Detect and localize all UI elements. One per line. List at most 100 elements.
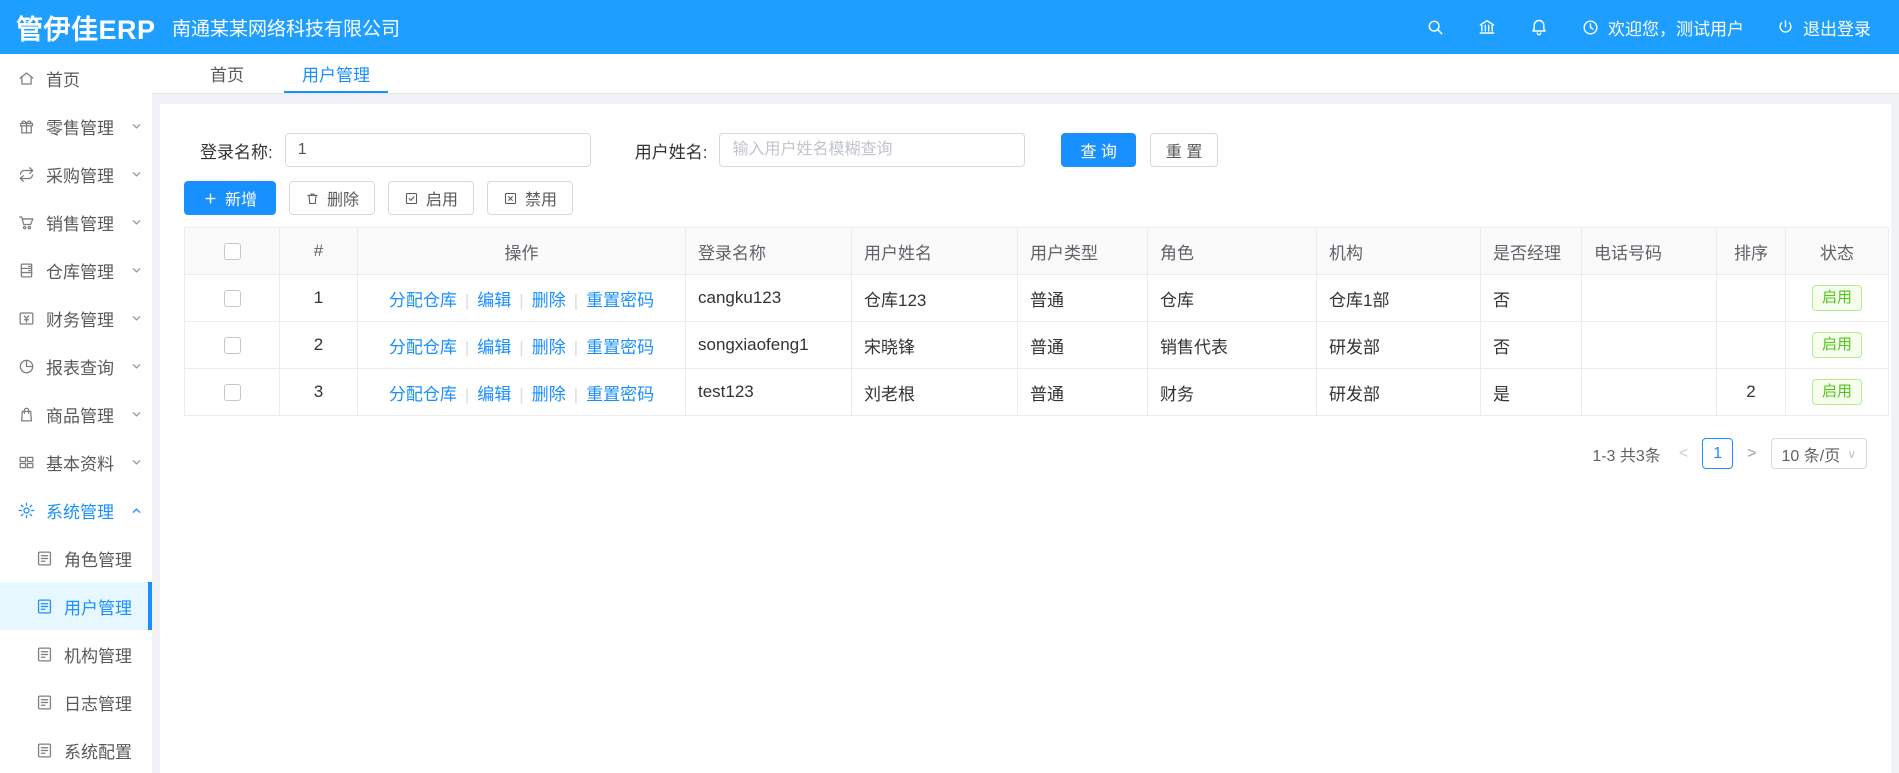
cell-type: 普通 — [1017, 368, 1148, 416]
row-index: 1 — [279, 274, 358, 322]
welcome-user[interactable]: 欢迎您，测试用户 — [1581, 15, 1744, 40]
list-icon — [35, 645, 54, 664]
cart-icon — [17, 213, 36, 232]
cell-manager: 否 — [1480, 274, 1582, 322]
column-header: 电话号码 — [1581, 227, 1717, 275]
sidebar-item-roles[interactable]: 角色管理 — [0, 534, 152, 582]
list-icon — [35, 741, 54, 760]
row-actions: 分配仓库 | 编辑 | 删除 | 重置密码 — [357, 321, 686, 369]
tab-user-management[interactable]: 用户管理 — [284, 54, 388, 93]
row-checkbox[interactable] — [223, 337, 241, 355]
logout-button[interactable]: 退出登录 — [1776, 15, 1871, 40]
column-header: # — [279, 227, 358, 275]
sidebar-item-home[interactable]: 首页 — [0, 54, 152, 102]
user-name-input[interactable] — [719, 133, 1026, 167]
reset-password-link[interactable]: 重置密码 — [586, 291, 654, 310]
table-toolbar: 新增 删除 启用 禁用 — [184, 181, 1867, 215]
cell-type: 普通 — [1017, 321, 1148, 369]
sidebar-item-basedata[interactable]: 基本资料 — [0, 438, 152, 486]
delete-link[interactable]: 删除 — [532, 338, 566, 357]
cell-type: 普通 — [1017, 274, 1148, 322]
select-all-checkbox[interactable] — [223, 243, 241, 261]
query-button[interactable]: 查 询 — [1061, 133, 1136, 167]
add-button[interactable]: 新增 — [184, 181, 277, 215]
login-name-label: 登录名称: — [200, 142, 273, 162]
chevron-down-icon — [131, 265, 142, 276]
trash-icon — [305, 191, 320, 206]
reset-button[interactable]: 重 置 — [1149, 133, 1219, 167]
row-checkbox[interactable] — [223, 290, 241, 308]
prev-page-button[interactable]: < — [1676, 445, 1691, 463]
row-actions: 分配仓库 | 编辑 | 删除 | 重置密码 — [357, 368, 686, 416]
sidebar-item-users[interactable]: 用户管理 — [0, 582, 152, 630]
sidebar-item-warehouse[interactable]: 仓库管理 — [0, 246, 152, 294]
enable-button[interactable]: 启用 — [388, 181, 475, 215]
assign-warehouse-link[interactable]: 分配仓库 — [389, 291, 457, 310]
row-actions: 分配仓库 | 编辑 | 删除 | 重置密码 — [357, 274, 686, 322]
login-name-input[interactable] — [284, 133, 591, 167]
page-size-select[interactable]: 10 条/页 ∨ — [1770, 438, 1867, 469]
chevron-down-icon: ∨ — [1847, 446, 1856, 461]
sidebar-item-config[interactable]: 系统配置 — [0, 726, 152, 773]
table-header-row: # 操作 登录名称 用户姓名 用户类型 角色 机构 是否经理 电话号码 排序 状态 — [184, 227, 1889, 275]
tab-bar: 首页 用户管理 — [152, 54, 1899, 94]
next-page-button[interactable]: > — [1744, 445, 1759, 463]
search-icon[interactable] — [1425, 17, 1445, 37]
sidebar-item-purchase[interactable]: 采购管理 — [0, 150, 152, 198]
edit-link[interactable]: 编辑 — [477, 338, 511, 357]
column-header: 状态 — [1785, 227, 1889, 275]
sidebar-item-system[interactable]: 系统管理 — [0, 486, 152, 534]
assign-warehouse-link[interactable]: 分配仓库 — [389, 385, 457, 404]
gear-icon — [17, 501, 36, 520]
sidebar-item-goods[interactable]: 商品管理 — [0, 390, 152, 438]
delete-link[interactable]: 删除 — [532, 385, 566, 404]
logout-icon — [1776, 18, 1795, 37]
cell-login: songxiaofeng1 — [685, 321, 852, 369]
column-header: 排序 — [1716, 227, 1786, 275]
reset-password-link[interactable]: 重置密码 — [586, 385, 654, 404]
disable-button[interactable]: 禁用 — [487, 181, 574, 215]
sidebar-item-retail[interactable]: 零售管理 — [0, 102, 152, 150]
sidebar-item-sales[interactable]: 销售管理 — [0, 198, 152, 246]
table-row: 3 分配仓库 | 编辑 | 删除 | 重置密码 test123 刘老根 普通 财务 研发部是 2 启用 — [184, 368, 1889, 416]
sidebar-item-logs[interactable]: 日志管理 — [0, 678, 152, 726]
cell-manager: 否 — [1480, 321, 1582, 369]
chevron-down-icon — [131, 361, 142, 372]
status-badge: 启用 — [1811, 331, 1862, 359]
bank-icon[interactable] — [1477, 17, 1497, 37]
search-form: 登录名称: 用户姓名: 查 询 重 置 — [200, 133, 1867, 167]
chevron-down-icon — [131, 409, 142, 420]
pagination-total: 1-3 共3条 — [1592, 447, 1661, 465]
table-row: 2 分配仓库 | 编辑 | 删除 | 重置密码 songxiaofeng1 宋晓锋 普通 销售代表 研发… — [184, 321, 1889, 369]
table-row: 1 分配仓库 | 编辑 | 删除 | 重置密码 cangku123 仓库123 普通 仓库 仓库1部否 启… — [184, 274, 1889, 322]
current-page-button[interactable]: 1 — [1702, 438, 1734, 469]
column-header: 操作 — [357, 227, 686, 275]
chevron-down-icon — [131, 217, 142, 228]
clock-icon — [1581, 18, 1600, 37]
row-checkbox[interactable] — [223, 384, 241, 402]
bell-icon[interactable] — [1529, 17, 1549, 37]
cell-org: 研发部 — [1316, 368, 1481, 416]
delete-link[interactable]: 删除 — [532, 291, 566, 310]
plus-icon — [203, 191, 218, 206]
edit-link[interactable]: 编辑 — [477, 385, 511, 404]
reset-password-link[interactable]: 重置密码 — [586, 338, 654, 357]
sidebar-item-reports[interactable]: 报表查询 — [0, 342, 152, 390]
check-square-icon — [404, 191, 419, 206]
pagination: 1-3 共3条 < 1 > 10 条/页 ∨ — [184, 438, 1867, 469]
assign-warehouse-link[interactable]: 分配仓库 — [389, 338, 457, 357]
welcome-text: 欢迎您，测试用户 — [1608, 19, 1744, 39]
delete-button[interactable]: 删除 — [289, 181, 376, 215]
column-header: 用户姓名 — [851, 227, 1018, 275]
tab-home[interactable]: 首页 — [192, 54, 262, 93]
status-badge: 启用 — [1811, 284, 1862, 312]
cell-sort: 2 — [1716, 368, 1786, 416]
edit-link[interactable]: 编辑 — [477, 291, 511, 310]
cell-role: 销售代表 — [1147, 321, 1317, 369]
sidebar-item-orgs[interactable]: 机构管理 — [0, 630, 152, 678]
column-header: 用户类型 — [1017, 227, 1148, 275]
sidebar-item-finance[interactable]: 财务管理 — [0, 294, 152, 342]
cell-sort — [1716, 321, 1786, 369]
list-icon — [35, 597, 54, 616]
list-icon — [35, 693, 54, 712]
